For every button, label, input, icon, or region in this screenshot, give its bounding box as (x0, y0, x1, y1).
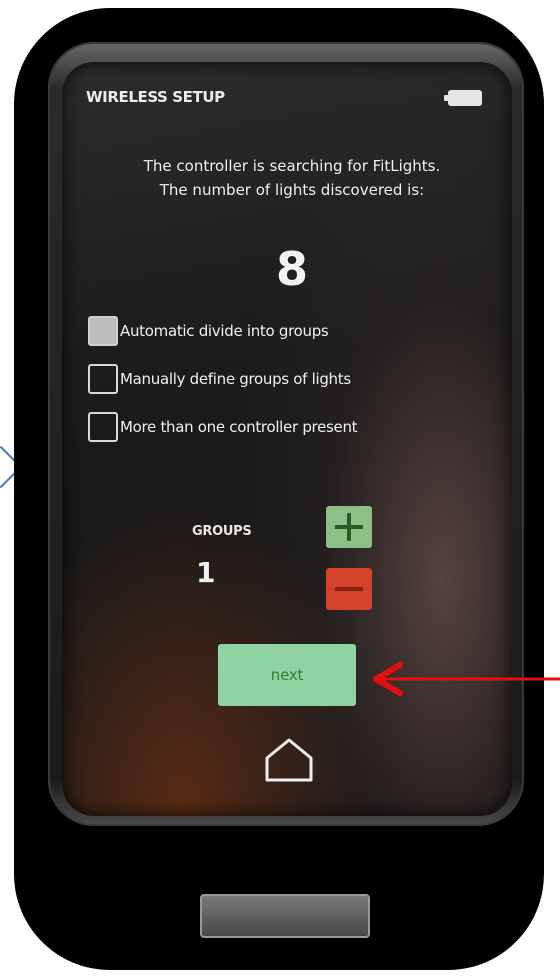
option-label: More than one controller present (120, 418, 358, 436)
automatic-groups-checkbox[interactable] (88, 316, 118, 346)
option-manual-groups[interactable]: Manually define groups of lights (88, 362, 351, 396)
message-line-2: The number of lights discovered is: (159, 181, 425, 199)
phone-home-hardware-button[interactable] (200, 894, 370, 938)
red-arrow-annotation (373, 662, 560, 696)
increase-groups-button[interactable] (326, 506, 372, 548)
option-label: Manually define groups of lights (120, 370, 351, 388)
home-icon[interactable] (262, 736, 316, 784)
option-automatic-groups[interactable]: Automatic divide into groups (88, 314, 329, 348)
phone-screen: WIRELESS SETUP The controller is searchi… (62, 62, 512, 816)
groups-label: GROUPS (192, 524, 252, 539)
lights-count: 8 (275, 242, 308, 296)
search-message: The controller is searching for FitLight… (62, 154, 512, 202)
next-button[interactable]: next (218, 644, 356, 706)
message-line-1: The controller is searching for FitLight… (143, 157, 441, 175)
groups-value: 1 (196, 556, 216, 589)
option-multiple-controllers[interactable]: More than one controller present (88, 410, 358, 444)
battery-icon (444, 90, 482, 106)
decrease-groups-button[interactable] (326, 568, 372, 610)
page-title: WIRELESS SETUP (86, 88, 225, 106)
option-label: Automatic divide into groups (120, 322, 329, 340)
manual-groups-checkbox[interactable] (88, 364, 118, 394)
multiple-controllers-checkbox[interactable] (88, 412, 118, 442)
stage: WIRELESS SETUP The controller is searchi… (0, 0, 560, 976)
